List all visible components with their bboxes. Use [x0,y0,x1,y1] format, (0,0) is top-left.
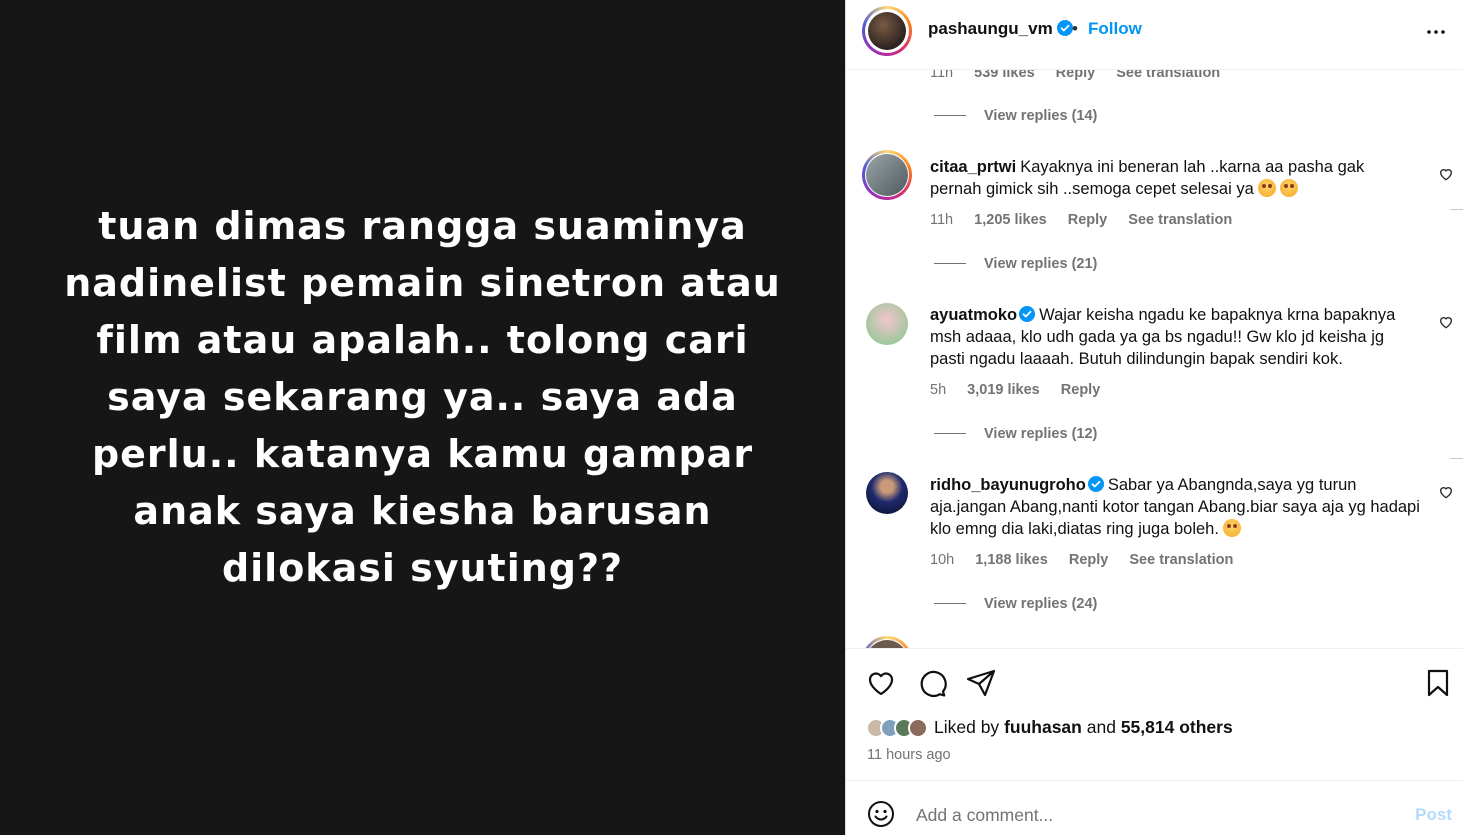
comment-avatar[interactable] [862,468,912,518]
see-translation-button[interactable]: See translation [1129,552,1233,568]
liked-by-others[interactable]: 55,814 others [1121,717,1233,737]
replies-divider-line [934,263,966,264]
liked-by-user[interactable]: fuuhasan [1004,717,1082,737]
comment-username[interactable]: ayuatmoko [930,306,1017,324]
comment-reply-button[interactable]: Reply [1061,382,1101,398]
view-replies-button[interactable]: View replies (14) [934,108,1097,124]
saluting-face-emoji-icon [1222,519,1241,537]
comment-likes[interactable]: 539 likes [974,70,1034,81]
liker-avatar [908,717,928,738]
verified-badge-icon [1087,476,1104,492]
comment-likes[interactable]: 1,205 likes [974,212,1047,228]
follow-button[interactable]: Follow [1088,19,1142,39]
view-replies-button[interactable]: View replies (24) [934,596,1097,612]
author-avatar[interactable] [862,6,912,56]
see-translation-button[interactable]: See translation [1116,70,1220,81]
comment-time: 5h [930,382,947,398]
add-comment-bar: Post [846,780,1463,835]
view-replies-label: View replies (24) [984,596,1098,612]
like-comment-heart-icon[interactable] [1438,484,1454,500]
post-media[interactable]: tuan dimas rangga suaminya nadinelist pe… [0,0,845,835]
post-media-text: tuan dimas rangga suaminya nadinelist pe… [64,204,781,590]
header-separator-dot: • [1072,19,1078,38]
verified-badge-icon [1056,20,1073,36]
comment-input[interactable] [916,801,1376,829]
replies-divider-line [934,115,966,116]
post-timestamp[interactable]: 11 hours ago [867,747,951,763]
view-replies-label: View replies (21) [984,256,1098,272]
scroll-tick [1450,458,1463,461]
instagram-post-view: tuan dimas rangga suaminya nadinelist pe… [0,0,1463,835]
comment-avatar[interactable] [862,636,912,648]
liked-by-row: Liked by fuuhasan and 55,814 others [866,717,1233,738]
emoji-picker-icon[interactable] [866,799,896,829]
replies-divider-line [934,433,966,434]
comment-meta: 5h 3,019 likes Reply [930,382,1117,398]
post-actions: Liked by fuuhasan and 55,814 others 11 h… [846,648,1463,780]
liked-by-prefix: Liked by [934,717,1000,737]
comments-list[interactable]: 11h 539 likes Reply See translation View… [846,70,1463,648]
comment-time: 11h [930,212,954,228]
comment-meta: 11h 1,205 likes Reply See translation [930,212,1249,228]
flushed-face-emoji-icon [1257,179,1276,197]
comment-avatar[interactable] [862,299,912,349]
replies-divider-line [934,603,966,604]
author-username[interactable]: pashaungu_vm [928,19,1053,38]
post-comment-button[interactable]: Post [1415,805,1452,825]
comment-reply-button[interactable]: Reply [1068,212,1108,228]
verified-badge-icon [1019,306,1036,322]
comment-likes[interactable]: 1,188 likes [975,552,1048,568]
flushed-face-emoji-icon [1279,179,1298,197]
comment-reply-button[interactable]: Reply [1069,552,1109,568]
comment-username[interactable]: citaa_prtwi [930,158,1016,176]
comment-icon[interactable] [916,667,948,699]
comment-text: ridho_bayunugroho Sabar ya Abangnda,saya … [930,474,1420,540]
post-details-panel: pashaungu_vm • Follow 11h 539 likes Repl… [845,0,1463,835]
comment-reply-button[interactable]: Reply [1056,70,1096,81]
more-options-icon[interactable] [1424,20,1448,44]
comment-time: 10h [930,552,955,568]
bookmark-icon[interactable] [1422,667,1454,699]
comment-text: ayuatmoko Wajar keisha ngadu ke bapaknya … [930,304,1420,370]
view-replies-button[interactable]: View replies (12) [934,426,1097,442]
heart-icon[interactable] [865,667,897,699]
comment-username[interactable]: ridho_bayunugroho [930,476,1086,494]
scroll-tick [1450,209,1463,212]
comment-time: 11h [930,70,954,81]
comment-likes[interactable]: 3,019 likes [967,382,1040,398]
comment-meta: 10h 1,188 likes Reply See translation [930,552,1250,568]
liked-by-and: and [1086,717,1116,737]
comment-avatar[interactable] [862,150,912,200]
like-comment-heart-icon[interactable] [1438,314,1454,330]
author-username-row[interactable]: pashaungu_vm [928,19,1073,39]
post-header: pashaungu_vm • Follow [846,0,1463,70]
like-comment-heart-icon[interactable] [1438,166,1454,182]
view-replies-button[interactable]: View replies (21) [934,256,1097,272]
comment-text: citaa_prtwi Kayaknya ini beneran lah ..ka… [930,156,1420,200]
share-icon[interactable] [966,667,998,699]
view-replies-label: View replies (14) [984,108,1098,124]
view-replies-label: View replies (12) [984,426,1098,442]
comment-meta: 11h 539 likes Reply See translation [930,70,1237,81]
see-translation-button[interactable]: See translation [1128,212,1232,228]
liked-by-text[interactable]: Liked by fuuhasan and 55,814 others [934,717,1233,738]
